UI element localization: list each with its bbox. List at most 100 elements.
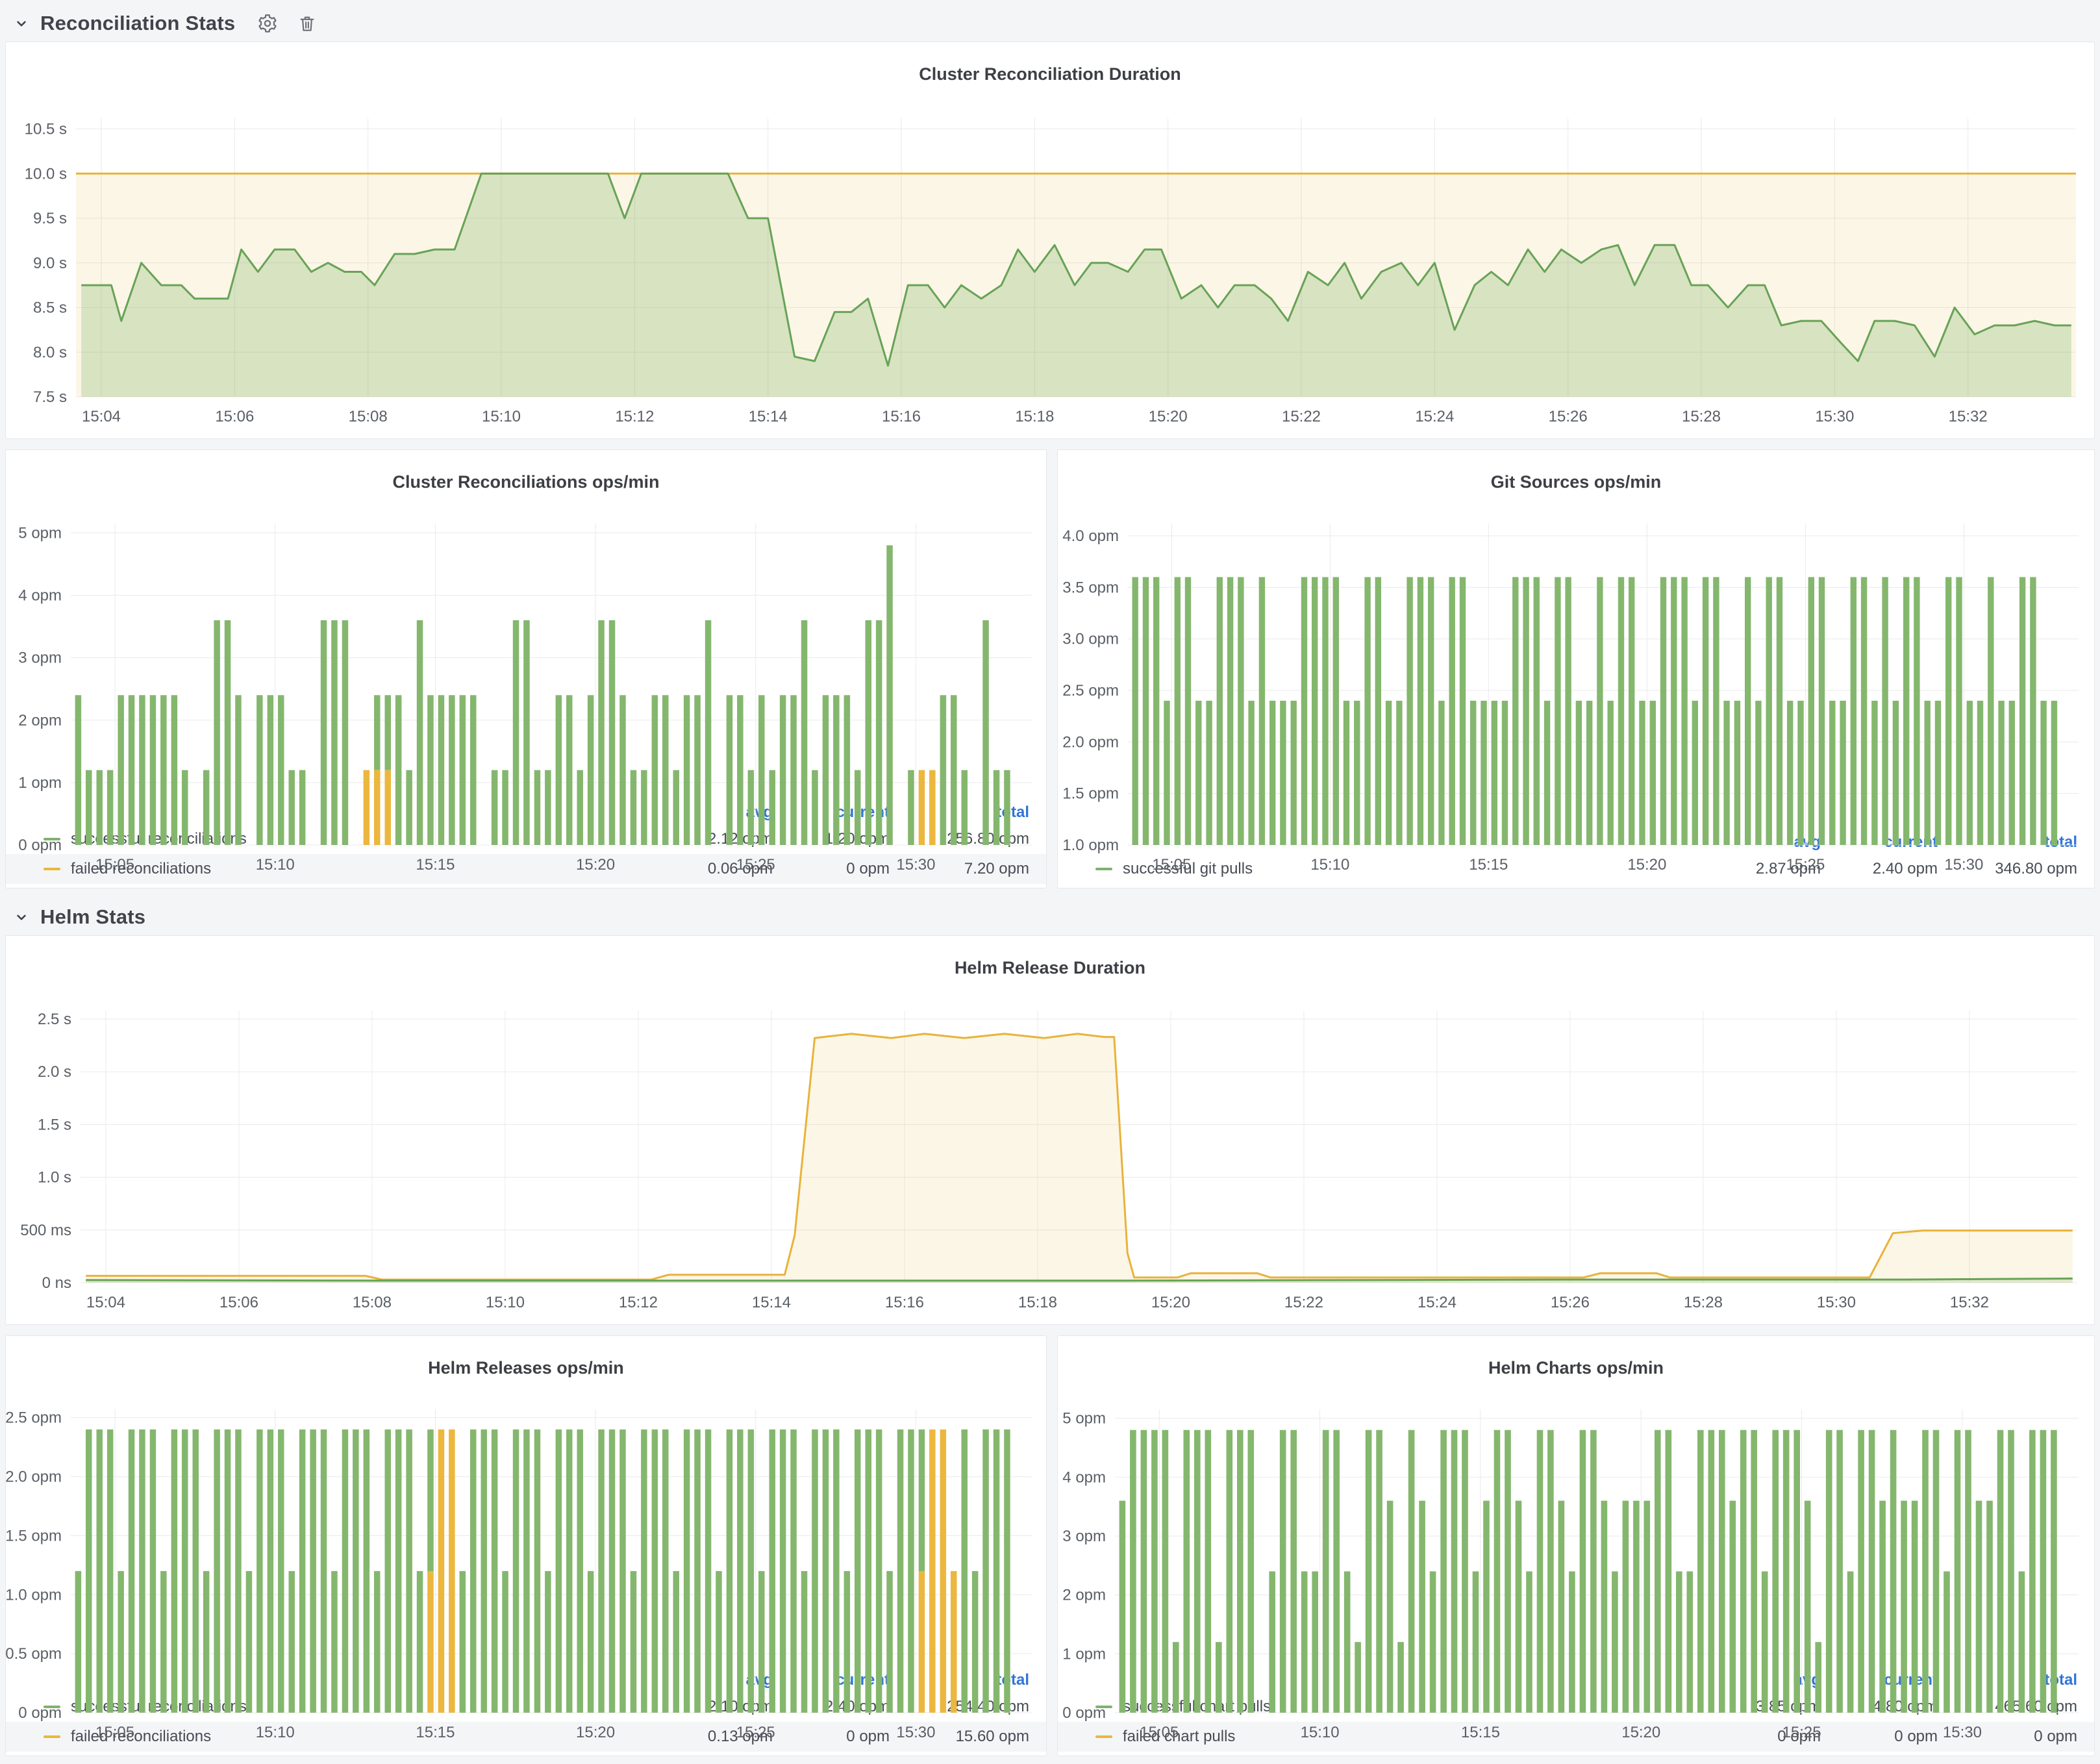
svg-text:10.5 s: 10.5 s — [25, 120, 67, 138]
svg-text:1.0 opm: 1.0 opm — [6, 1586, 62, 1604]
panel-title[interactable]: Helm Charts ops/min — [1058, 1350, 2094, 1385]
svg-text:15:04: 15:04 — [82, 408, 121, 425]
svg-text:5 opm: 5 opm — [18, 524, 62, 542]
svg-text:15:20: 15:20 — [576, 1724, 615, 1741]
svg-text:15:10: 15:10 — [1301, 1724, 1340, 1741]
row-title[interactable]: Reconciliation Stats — [40, 12, 235, 35]
svg-text:0 opm: 0 opm — [18, 837, 62, 854]
svg-text:15:15: 15:15 — [416, 856, 455, 874]
svg-text:15:08: 15:08 — [353, 1294, 392, 1311]
svg-text:3 opm: 3 opm — [18, 649, 62, 666]
svg-text:15:16: 15:16 — [882, 408, 921, 425]
svg-text:4.0 opm: 4.0 opm — [1062, 527, 1119, 545]
svg-text:15:26: 15:26 — [1551, 1294, 1590, 1311]
svg-text:1.0 s: 1.0 s — [38, 1168, 71, 1186]
svg-text:15:30: 15:30 — [896, 1724, 935, 1741]
svg-text:15:12: 15:12 — [619, 1294, 658, 1311]
gear-icon[interactable] — [257, 13, 278, 34]
svg-text:15:30: 15:30 — [1815, 408, 1854, 425]
svg-text:5 opm: 5 opm — [1062, 1409, 1106, 1427]
svg-text:15:24: 15:24 — [1415, 408, 1454, 425]
svg-text:2.5 opm: 2.5 opm — [1062, 682, 1119, 699]
panel-title[interactable]: Helm Release Duration — [6, 950, 2094, 985]
svg-text:15:20: 15:20 — [1627, 856, 1666, 874]
svg-text:15:14: 15:14 — [752, 1294, 791, 1311]
svg-text:15:05: 15:05 — [95, 856, 134, 874]
panel-helm-releases-opm: Helm Releases ops/min 15:0515:1015:1515:… — [5, 1335, 1047, 1756]
svg-text:15:30: 15:30 — [1817, 1294, 1856, 1311]
trash-icon[interactable] — [297, 14, 317, 33]
svg-text:15:20: 15:20 — [1149, 408, 1188, 425]
svg-text:15:15: 15:15 — [1461, 1724, 1500, 1741]
panel-title[interactable]: Helm Releases ops/min — [6, 1350, 1046, 1385]
svg-text:15:30: 15:30 — [1944, 856, 1983, 874]
svg-text:9.5 s: 9.5 s — [33, 210, 67, 227]
panel-title[interactable]: Cluster Reconciliation Duration — [6, 57, 2094, 92]
panel-helm-release-duration: Helm Release Duration 15:04 15:06 15:08 15:… — [5, 935, 2095, 1325]
svg-text:15:32: 15:32 — [1950, 1294, 1989, 1311]
row-header-reconciliation-stats[interactable]: Reconciliation Stats — [5, 5, 2095, 42]
panel-title[interactable]: Git Sources ops/min — [1058, 464, 2094, 499]
svg-text:15:06: 15:06 — [219, 1294, 258, 1311]
svg-text:3.0 opm: 3.0 opm — [1062, 631, 1119, 648]
svg-text:15:04: 15:04 — [86, 1294, 125, 1311]
svg-text:2.5 s: 2.5 s — [38, 1011, 71, 1028]
svg-text:15:20: 15:20 — [576, 856, 615, 874]
svg-text:1 opm: 1 opm — [18, 774, 62, 792]
panel-title[interactable]: Cluster Reconciliations ops/min — [6, 464, 1046, 499]
svg-text:15:32: 15:32 — [1949, 408, 1988, 425]
svg-text:2 opm: 2 opm — [18, 712, 62, 729]
svg-text:1.5 opm: 1.5 opm — [6, 1527, 62, 1544]
svg-text:15:26: 15:26 — [1549, 408, 1588, 425]
row-title[interactable]: Helm Stats — [40, 905, 145, 929]
svg-text:8.5 s: 8.5 s — [33, 299, 67, 316]
timeseries-chart-cluster-reconciliation-duration[interactable]: 15:04 15:06 15:08 15:10 15:12 15:14 15:16 15:18… — [6, 107, 2094, 438]
svg-text:15:28: 15:28 — [1682, 408, 1721, 425]
timeseries-chart-helm-release-duration[interactable]: 15:0415:0615:0815:1015:1215:1415:1615:18… — [6, 1000, 2094, 1324]
svg-text:8.0 s: 8.0 s — [33, 344, 67, 361]
svg-text:2.0 opm: 2.0 opm — [6, 1468, 62, 1485]
bar-chart-cluster-reconciliations[interactable]: 15:0515:1015:1515:2015:2515:305 opm4 opm… — [6, 514, 1046, 801]
bar-chart-helm-releases[interactable]: 15:0515:1015:1515:2015:2515:302.5 opm2.0… — [6, 1400, 1046, 1669]
svg-text:4 opm: 4 opm — [1062, 1468, 1106, 1486]
svg-text:0 opm: 0 opm — [1062, 1704, 1106, 1722]
svg-text:15:10: 15:10 — [482, 408, 521, 425]
svg-text:15:12: 15:12 — [615, 408, 654, 425]
svg-text:15:08: 15:08 — [349, 408, 388, 425]
panel-cluster-reconciliation-duration: Cluster Reconciliation Duration 15:0415:… — [5, 42, 2095, 439]
svg-text:7.5 s: 7.5 s — [33, 388, 67, 406]
svg-text:15:10: 15:10 — [256, 1724, 295, 1741]
dashboard: Reconciliation Stats Cluster Reconciliat… — [0, 0, 2100, 1756]
svg-text:15:25: 15:25 — [1782, 1724, 1821, 1741]
svg-text:15:18: 15:18 — [1015, 408, 1054, 425]
svg-text:2 opm: 2 opm — [1062, 1586, 1106, 1604]
svg-text:10.0 s: 10.0 s — [25, 165, 67, 183]
svg-text:1.5 s: 1.5 s — [38, 1116, 71, 1133]
panel-git-sources-opm: Git Sources ops/min 15:0515:1015:1515:20… — [1057, 449, 2095, 888]
svg-text:15:30: 15:30 — [1943, 1724, 1982, 1741]
svg-text:15:18: 15:18 — [1018, 1294, 1057, 1311]
svg-text:15:10: 15:10 — [256, 856, 295, 874]
svg-text:15:25: 15:25 — [736, 856, 775, 874]
svg-text:9.0 s: 9.0 s — [33, 255, 67, 272]
bar-chart-git-sources[interactable]: 15:0515:1015:1515:2015:2515:304.0 opm3.5… — [1058, 514, 2094, 831]
svg-text:15:06: 15:06 — [215, 408, 254, 425]
svg-text:0 ns: 0 ns — [42, 1274, 71, 1292]
svg-text:0 opm: 0 opm — [18, 1704, 62, 1722]
svg-text:1.5 opm: 1.5 opm — [1062, 785, 1119, 802]
svg-text:4 opm: 4 opm — [18, 586, 62, 604]
bar-chart-helm-charts[interactable]: 15:0515:1015:1515:2015:2515:305 opm4 opm… — [1058, 1400, 2094, 1669]
chevron-down-icon[interactable] — [13, 15, 30, 32]
svg-text:15:20: 15:20 — [1621, 1724, 1660, 1741]
svg-text:15:15: 15:15 — [416, 1724, 455, 1741]
svg-text:15:10: 15:10 — [1310, 856, 1349, 874]
row-header-helm-stats[interactable]: Helm Stats — [5, 899, 2095, 935]
svg-text:15:05: 15:05 — [1140, 1724, 1179, 1741]
svg-text:15:15: 15:15 — [1469, 856, 1508, 874]
svg-text:0.5 opm: 0.5 opm — [6, 1645, 62, 1663]
chevron-down-icon[interactable] — [13, 909, 30, 926]
svg-text:2.0 opm: 2.0 opm — [1062, 733, 1119, 751]
panel-cluster-reconciliations-opm: Cluster Reconciliations ops/min 15:05 15:… — [5, 449, 1047, 888]
svg-text:15:14: 15:14 — [749, 408, 788, 425]
svg-text:15:30: 15:30 — [896, 856, 935, 874]
